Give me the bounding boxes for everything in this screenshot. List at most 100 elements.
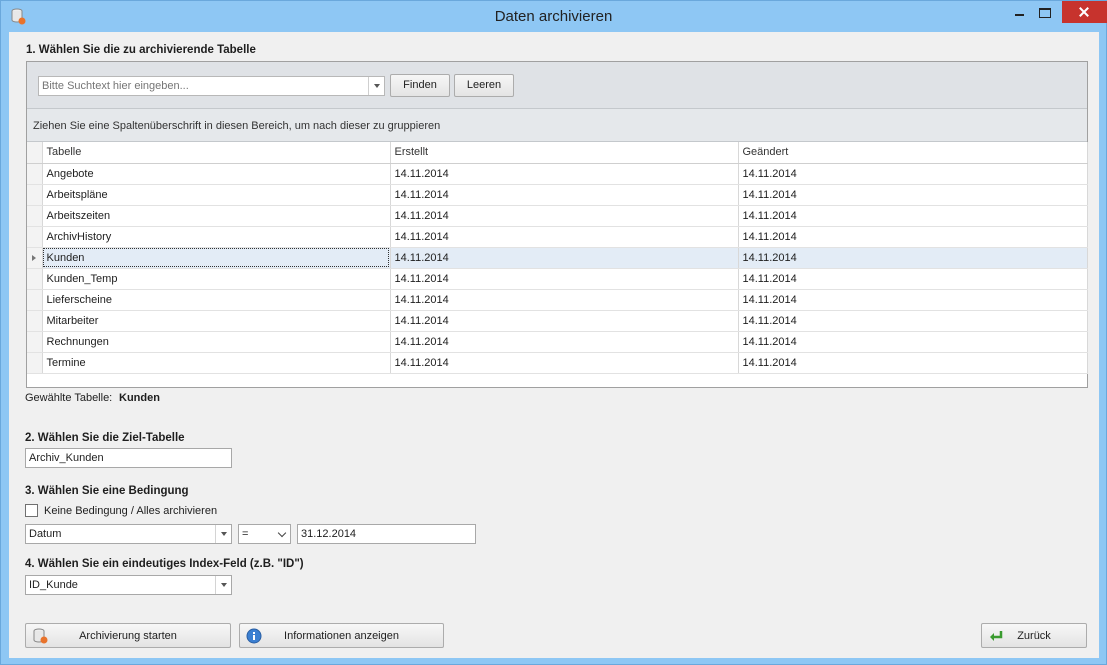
table-row[interactable]: Termine 14.11.2014 14.11.2014	[27, 352, 1088, 374]
table-row-selected[interactable]: Kunden 14.11.2014 14.11.2014	[27, 247, 1088, 269]
cell-geaendert[interactable]: 14.11.2014	[738, 226, 1088, 248]
table-row[interactable]: ArchivHistory 14.11.2014 14.11.2014	[27, 226, 1088, 248]
row-indicator	[27, 331, 43, 353]
operator-select[interactable]: =	[238, 524, 291, 544]
index-field-value: ID_Kunde	[29, 579, 78, 591]
index-field-select[interactable]: ID_Kunde	[25, 575, 232, 595]
header-indicator	[27, 142, 43, 164]
group-hint: Ziehen Sie eine Spaltenüberschrift in di…	[33, 120, 441, 132]
selected-table-value: Kunden	[119, 392, 160, 404]
step4-title: 4. Wählen Sie ein eindeutiges Index-Feld…	[25, 558, 304, 570]
cell-geaendert[interactable]: 14.11.2014	[738, 289, 1088, 311]
cell-tabelle[interactable]: Arbeitszeiten	[42, 205, 391, 227]
condition-value-input[interactable]: 31.12.2014	[297, 524, 476, 544]
chevron-down-icon	[277, 528, 287, 538]
cell-geaendert[interactable]: 14.11.2014	[738, 268, 1088, 290]
column-header-tabelle[interactable]: Tabelle	[42, 142, 391, 164]
cell-erstellt[interactable]: 14.11.2014	[390, 289, 739, 311]
cell-tabelle[interactable]: Kunden_Temp	[42, 268, 391, 290]
cell-tabelle[interactable]: Mitarbeiter	[42, 310, 391, 332]
clear-button[interactable]: Leeren	[454, 74, 514, 97]
row-indicator	[27, 352, 43, 374]
search-panel: Finden Leeren	[27, 62, 1087, 109]
cell-erstellt[interactable]: 14.11.2014	[390, 310, 739, 332]
cell-tabelle[interactable]: ArchivHistory	[42, 226, 391, 248]
start-archiving-label: Archivierung starten	[79, 630, 177, 642]
cell-erstellt[interactable]: 14.11.2014	[390, 331, 739, 353]
back-button[interactable]: Zurück	[981, 623, 1087, 648]
cell-erstellt[interactable]: 14.11.2014	[390, 226, 739, 248]
search-dropdown-button[interactable]	[368, 77, 384, 95]
table-row[interactable]: Angebote 14.11.2014 14.11.2014	[27, 163, 1088, 185]
row-indicator	[27, 163, 43, 185]
caret-down-icon	[373, 84, 380, 88]
back-label: Zurück	[1017, 630, 1051, 642]
condition-field-value: Datum	[29, 528, 62, 540]
cell-erstellt[interactable]: 14.11.2014	[390, 184, 739, 206]
show-info-button[interactable]: Informationen anzeigen	[239, 623, 444, 648]
cell-erstellt[interactable]: 14.11.2014	[390, 352, 739, 374]
target-table-input[interactable]: Archiv_Kunden	[25, 448, 232, 468]
row-indicator	[27, 310, 43, 332]
row-indicator	[27, 247, 43, 269]
cell-geaendert[interactable]: 14.11.2014	[738, 310, 1088, 332]
table-row[interactable]: Kunden_Temp 14.11.2014 14.11.2014	[27, 268, 1088, 290]
cell-erstellt[interactable]: 14.11.2014	[390, 247, 739, 269]
column-header-erstellt[interactable]: Erstellt	[390, 142, 739, 164]
caret-down-icon	[220, 583, 227, 587]
show-info-label: Informationen anzeigen	[284, 630, 399, 642]
no-condition-label: Keine Bedingung / Alles archivieren	[44, 505, 218, 517]
maximize-button[interactable]	[1032, 1, 1058, 23]
step1-title: 1. Wählen Sie die zu archivierende Tabel…	[26, 44, 256, 56]
table-row[interactable]: Arbeitszeiten 14.11.2014 14.11.2014	[27, 205, 1088, 227]
search-combo[interactable]	[38, 76, 385, 96]
table-grid-panel: Finden Leeren Ziehen Sie eine Spaltenübe…	[26, 61, 1088, 388]
cell-geaendert[interactable]: 14.11.2014	[738, 247, 1088, 269]
cell-geaendert[interactable]: 14.11.2014	[738, 163, 1088, 185]
table-row[interactable]: Rechnungen 14.11.2014 14.11.2014	[27, 331, 1088, 353]
step2-title: 2. Wählen Sie die Ziel-Tabelle	[25, 432, 185, 444]
cell-tabelle[interactable]: Angebote	[42, 163, 391, 185]
cell-tabelle[interactable]: Arbeitspläne	[42, 184, 391, 206]
operator-value: =	[242, 528, 249, 540]
row-indicator	[27, 226, 43, 248]
cell-erstellt[interactable]: 14.11.2014	[390, 268, 739, 290]
start-archiving-button[interactable]: Archivierung starten	[25, 623, 231, 648]
column-header-geaendert[interactable]: Geändert	[738, 142, 1088, 164]
cell-geaendert[interactable]: 14.11.2014	[738, 205, 1088, 227]
table-row[interactable]: Mitarbeiter 14.11.2014 14.11.2014	[27, 310, 1088, 332]
index-field-dropdown-button[interactable]	[215, 576, 231, 594]
cell-geaendert[interactable]: 14.11.2014	[738, 184, 1088, 206]
title-bar: Daten archivieren	[1, 1, 1107, 32]
no-condition-checkbox[interactable]	[25, 504, 38, 517]
find-button[interactable]: Finden	[390, 74, 450, 97]
cell-erstellt[interactable]: 14.11.2014	[390, 205, 739, 227]
row-indicator	[27, 205, 43, 227]
cell-tabelle[interactable]: Rechnungen	[42, 331, 391, 353]
condition-field-dropdown-button[interactable]	[215, 525, 231, 543]
step3-title: 3. Wählen Sie eine Bedingung	[25, 485, 189, 497]
grid-header-row: Tabelle Erstellt Geändert	[27, 142, 1088, 164]
caret-down-icon	[220, 532, 227, 536]
cell-tabelle[interactable]: Lieferscheine	[42, 289, 391, 311]
table-row[interactable]: Arbeitspläne 14.11.2014 14.11.2014	[27, 184, 1088, 206]
table-row[interactable]: Lieferscheine 14.11.2014 14.11.2014	[27, 289, 1088, 311]
dialog-content: 1. Wählen Sie die zu archivierende Tabel…	[9, 32, 1099, 658]
group-by-panel[interactable]: Ziehen Sie eine Spaltenüberschrift in di…	[27, 109, 1087, 142]
close-button[interactable]	[1062, 1, 1107, 23]
search-input[interactable]	[39, 77, 367, 95]
cell-tabelle[interactable]: Termine	[42, 352, 391, 374]
dialog-window: Daten archivieren 1. Wählen Sie die zu a…	[0, 0, 1107, 665]
selected-table-label: Gewählte Tabelle:	[25, 392, 113, 404]
current-row-arrow-icon	[32, 254, 36, 261]
minimize-button[interactable]	[1006, 1, 1032, 23]
cell-tabelle[interactable]: Kunden	[42, 247, 391, 269]
cell-geaendert[interactable]: 14.11.2014	[738, 331, 1088, 353]
tables-grid: Tabelle Erstellt Geändert Angebote 14.11.…	[27, 142, 1088, 374]
window-title: Daten archivieren	[494, 8, 613, 25]
cell-erstellt[interactable]: 14.11.2014	[390, 163, 739, 185]
row-indicator	[27, 184, 43, 206]
condition-field-select[interactable]: Datum	[25, 524, 232, 544]
row-indicator	[27, 268, 43, 290]
cell-geaendert[interactable]: 14.11.2014	[738, 352, 1088, 374]
